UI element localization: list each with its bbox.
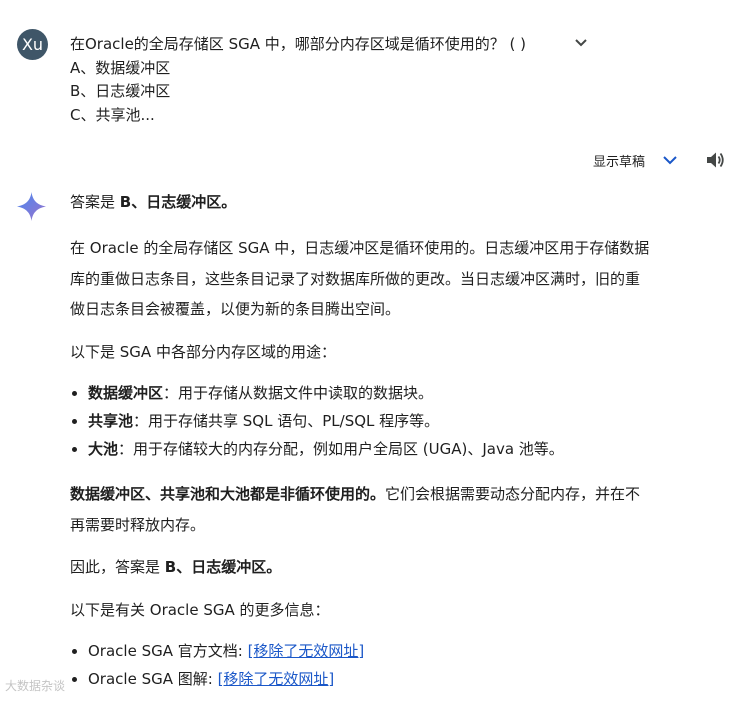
diagram-link[interactable]: [移除了无效网址] bbox=[218, 670, 335, 688]
paragraph-line: 因此，答案是 B、日志缓冲区。 bbox=[70, 552, 682, 583]
bullet-term: 数据缓冲区 bbox=[88, 384, 164, 402]
paragraph-line: 做日志条目会被覆盖，以便为新的条目腾出空间。 bbox=[70, 300, 401, 318]
paragraph-line: 再需要时释放内存。 bbox=[70, 515, 206, 534]
resource-links-list: Oracle SGA 官方文档: [移除了无效网址] Oracle SGA 图解… bbox=[70, 637, 682, 693]
conclusion-prefix: 因此，答案是 bbox=[70, 558, 165, 576]
show-drafts-button[interactable]: 显示草稿 bbox=[593, 151, 645, 170]
user-prompt: 在Oracle的全局存储区 SGA 中，哪部分内存区域是循环使用的？ ( ) A… bbox=[70, 33, 570, 127]
answer-bold: B、日志缓冲区。 bbox=[119, 193, 237, 211]
paragraph-line: 以下是 SGA 中各部分内存区域的用途： bbox=[70, 342, 336, 361]
paragraph-bold: 数据缓冲区、共享池和大池都是非循环使用的。 bbox=[70, 485, 386, 503]
conclusion-bold: B、日志缓冲区。 bbox=[164, 558, 282, 576]
prompt-line: B、日志缓冲区 bbox=[70, 82, 171, 100]
link-label: Oracle SGA 官方文档: bbox=[88, 642, 248, 660]
prompt-line: A、数据缓冲区 bbox=[70, 58, 171, 77]
list-item: 大池：用于存储较大的内存分配，例如用户全局区 (UGA)、Java 池等。 bbox=[72, 435, 682, 463]
answer-heading: 答案是 B、日志缓冲区。 bbox=[70, 191, 682, 213]
paragraph-line: 数据缓冲区、共享池和大池都是非循环使用的。它们会根据需要动态分配内存，并在不 bbox=[70, 479, 682, 510]
paragraph-line: 以下是有关 Oracle SGA 的更多信息： bbox=[70, 600, 330, 619]
model-response: 答案是 B、日志缓冲区。 在 Oracle 的全局存储区 SGA 中，日志缓冲区… bbox=[70, 191, 682, 693]
list-item: Oracle SGA 官方文档: [移除了无效网址] bbox=[72, 637, 682, 665]
link-label: Oracle SGA 图解: bbox=[88, 670, 218, 688]
bullet-term: 共享池 bbox=[88, 412, 134, 430]
bullet-desc: ：用于存储较大的内存分配，例如用户全局区 (UGA)、Java 池等。 bbox=[118, 440, 564, 458]
explanation-paragraph: 在 Oracle 的全局存储区 SGA 中，日志缓冲区是循环使用的。日志缓冲区用… bbox=[70, 233, 682, 325]
bullet-desc: ：用于存储从数据文件中读取的数据块。 bbox=[163, 384, 434, 402]
watermark: 大数据杂谈 bbox=[5, 679, 66, 693]
prompt-line: C、共享池... bbox=[70, 105, 155, 124]
gemini-sparkle-icon bbox=[16, 191, 47, 222]
non-circular-paragraph: 数据缓冲区、共享池和大池都是非循环使用的。它们会根据需要动态分配内存，并在不 再… bbox=[70, 479, 682, 540]
bullet-term: 大池 bbox=[88, 440, 119, 458]
more-info-intro: 以下是有关 Oracle SGA 的更多信息： bbox=[70, 595, 682, 626]
user-avatar: Xu bbox=[17, 29, 48, 60]
drafts-chevron-down-icon[interactable] bbox=[660, 152, 680, 168]
list-item: 数据缓冲区：用于存储从数据文件中读取的数据块。 bbox=[72, 379, 682, 407]
conclusion-paragraph: 因此，答案是 B、日志缓冲区。 bbox=[70, 552, 682, 583]
list-item: 共享池：用于存储共享 SQL 语句、PL/SQL 程序等。 bbox=[72, 407, 682, 435]
sga-areas-list: 数据缓冲区：用于存储从数据文件中读取的数据块。 共享池：用于存储共享 SQL 语… bbox=[70, 379, 682, 463]
expand-prompt-chevron-icon[interactable] bbox=[571, 34, 591, 52]
paragraph-line: 在 Oracle 的全局存储区 SGA 中，日志缓冲区是循环使用的。日志缓冲区用… bbox=[70, 239, 650, 257]
prompt-line: 在Oracle的全局存储区 SGA 中，哪部分内存区域是循环使用的？ ( ) bbox=[70, 35, 526, 53]
speaker-icon[interactable] bbox=[704, 149, 726, 171]
sga-uses-intro: 以下是 SGA 中各部分内存区域的用途： bbox=[70, 337, 682, 368]
docs-link[interactable]: [移除了无效网址] bbox=[248, 642, 365, 660]
answer-prefix: 答案是 bbox=[70, 193, 120, 211]
list-item: Oracle SGA 图解: [移除了无效网址] bbox=[72, 665, 682, 693]
bullet-desc: ：用于存储共享 SQL 语句、PL/SQL 程序等。 bbox=[133, 412, 440, 430]
paragraph-line: 库的重做日志条目，这些条目记录了对数据库所做的更改。当日志缓冲区满时，旧的重 bbox=[70, 269, 641, 288]
paragraph-text: 它们会根据需要动态分配内存，并在不 bbox=[385, 485, 641, 503]
